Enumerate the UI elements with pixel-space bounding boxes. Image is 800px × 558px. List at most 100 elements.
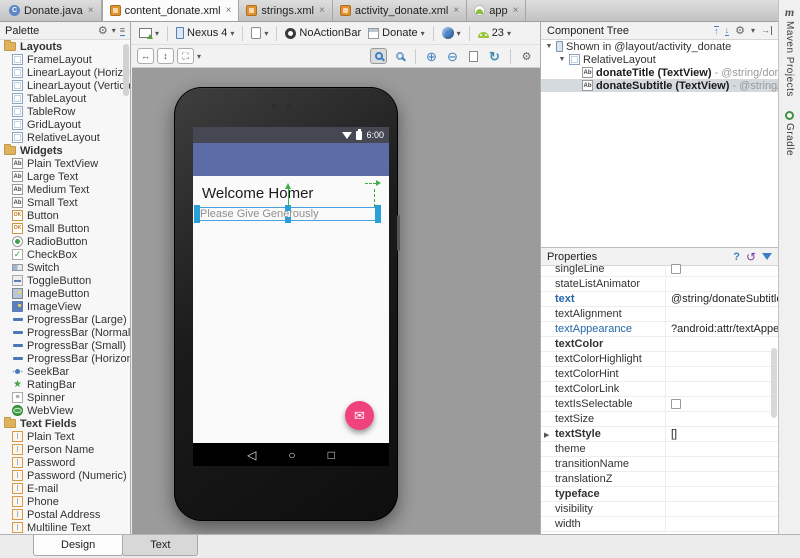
tree-row-donatetitle[interactable]: donateTitle (TextView) - @string/donateT… <box>541 66 778 79</box>
palette-item-seekbar[interactable]: SeekBar <box>0 365 130 378</box>
view-options-icon[interactable]: ≡ <box>120 26 125 36</box>
fit-screen-button[interactable]: ⛶ <box>177 48 194 64</box>
palette-item-large-text[interactable]: Large Text <box>0 170 130 183</box>
zoom-actual-button[interactable] <box>370 48 387 64</box>
editor-mode-tab-design[interactable]: Design <box>33 535 123 556</box>
close-icon[interactable]: × <box>88 5 94 16</box>
expand-all-icon[interactable]: ↑ <box>714 26 719 36</box>
palette-item-tablelayout[interactable]: TableLayout <box>0 92 130 105</box>
property-value-cell[interactable] <box>666 277 778 291</box>
activity-selector[interactable]: Donate▾ <box>366 26 427 40</box>
property-value-cell[interactable] <box>666 472 778 486</box>
palette-item-small-button[interactable]: Small Button <box>0 222 130 235</box>
palette-item-password[interactable]: Password <box>0 456 130 469</box>
tree-row-relativelayout[interactable]: ▼RelativeLayout <box>541 53 778 66</box>
palette-item-framelayout[interactable]: FrameLayout <box>0 53 130 66</box>
expand-arrow-icon[interactable]: ▼ <box>558 56 566 63</box>
palette-item-plain-textview[interactable]: Plain TextView <box>0 157 130 170</box>
orientation-selector[interactable]: ▾ <box>249 26 270 40</box>
theme-selector[interactable]: NoActionBar <box>283 26 363 40</box>
palette-item-phone[interactable]: Phone <box>0 495 130 508</box>
editor-tab-app[interactable]: app× <box>467 0 526 21</box>
close-icon[interactable]: × <box>453 5 459 16</box>
render-options-button[interactable]: ▾ <box>137 27 161 39</box>
preview-file-button[interactable] <box>465 48 482 64</box>
editor-tab-activity-donate-xml[interactable]: activity_donate.xml× <box>333 0 467 21</box>
property-row-textisselectable[interactable]: textIsSelectable <box>541 397 778 412</box>
property-row-textalignment[interactable]: textAlignment <box>541 307 778 322</box>
device-selector[interactable]: Nexus 4▾ <box>174 26 236 40</box>
property-row-textcolor[interactable]: textColor <box>541 337 778 352</box>
collapse-all-icon[interactable]: ↓ <box>725 26 730 36</box>
property-value-cell[interactable] <box>666 487 778 501</box>
palette-section-text-fields[interactable]: Text Fields <box>0 417 130 430</box>
palette-item-ratingbar[interactable]: RatingBar <box>0 378 130 391</box>
zoom-out-button[interactable]: ⊖ <box>444 48 461 64</box>
property-row-singleline[interactable]: singleLine <box>541 262 778 277</box>
property-value-cell[interactable] <box>666 382 778 396</box>
palette-item-progressbar-normal[interactable]: ProgressBar (Normal) <box>0 326 130 339</box>
resize-handle[interactable] <box>194 217 200 223</box>
property-row-transitionname[interactable]: transitionName <box>541 457 778 472</box>
zoom-in-button[interactable]: ⊕ <box>423 48 440 64</box>
property-row-textcolorhighlight[interactable]: textColorHighlight <box>541 352 778 367</box>
property-value-cell[interactable] <box>666 457 778 471</box>
property-value-cell[interactable] <box>666 517 778 531</box>
palette-item-progressbar-small[interactable]: ProgressBar (Small) <box>0 339 130 352</box>
palette-item-e-mail[interactable]: E-mail <box>0 482 130 495</box>
palette-item-medium-text[interactable]: Medium Text <box>0 183 130 196</box>
palette-item-gridlayout[interactable]: GridLayout <box>0 118 130 131</box>
property-value-cell[interactable] <box>666 337 778 351</box>
palette-scrollbar[interactable] <box>123 44 129 96</box>
expand-arrow-icon[interactable]: ▶ <box>544 431 549 439</box>
property-row-theme[interactable]: theme <box>541 442 778 457</box>
property-value-cell[interactable] <box>666 352 778 366</box>
tree-row-donatesubtitle[interactable]: donateSubtitle (TextView) - @string/dona… <box>541 79 778 92</box>
palette-item-progressbar-horizontal[interactable]: ProgressBar (Horizontal) <box>0 352 130 365</box>
property-row-typeface[interactable]: typeface <box>541 487 778 502</box>
palette-item-webview[interactable]: WebView <box>0 404 130 417</box>
editor-tab-content-donate-xml[interactable]: content_donate.xml× <box>102 0 240 21</box>
property-row-text[interactable]: text@string/donateSubtitle <box>541 292 778 307</box>
palette-section-widgets[interactable]: Widgets <box>0 144 130 157</box>
gear-icon[interactable]: ⚙ <box>98 24 108 37</box>
property-value-cell[interactable]: @string/donateSubtitle <box>666 292 778 306</box>
fit-width-button[interactable]: ↔ <box>137 48 154 64</box>
property-row-textstyle[interactable]: ▶textStyle[] <box>541 427 778 442</box>
checkbox[interactable] <box>671 399 681 409</box>
palette-section-layouts[interactable]: Layouts <box>0 40 130 53</box>
settings-button[interactable]: ⚙ <box>518 48 535 64</box>
palette-item-linearlayout-vertical[interactable]: LinearLayout (Vertical) <box>0 79 130 92</box>
editor-tab-donate-java[interactable]: Donate.java× <box>2 0 102 21</box>
property-row-textsize[interactable]: textSize <box>541 412 778 427</box>
palette-item-togglebutton[interactable]: ToggleButton <box>0 274 130 287</box>
palette-item-imageview[interactable]: ImageView <box>0 300 130 313</box>
close-icon[interactable]: × <box>513 5 519 16</box>
property-value-cell[interactable]: ?android:attr/textAppearance <box>666 322 778 336</box>
design-canvas[interactable]: 6:00 Welcome Homer Please Give Generousl… <box>132 68 540 534</box>
reset-icon[interactable]: ↺ <box>746 251 756 263</box>
palette-item-switch[interactable]: Switch <box>0 261 130 274</box>
palette-item-person-name[interactable]: Person Name <box>0 443 130 456</box>
property-row-width[interactable]: width <box>541 517 778 532</box>
resize-handle[interactable] <box>285 217 291 223</box>
property-value-cell[interactable] <box>666 397 778 411</box>
close-icon[interactable]: × <box>226 5 232 16</box>
property-value-cell[interactable] <box>666 442 778 456</box>
palette-item-checkbox[interactable]: CheckBox <box>0 248 130 261</box>
help-icon[interactable]: ? <box>733 251 740 263</box>
property-row-textcolorlink[interactable]: textColorLink <box>541 382 778 397</box>
checkbox[interactable] <box>671 264 681 274</box>
property-row-statelistanimator[interactable]: stateListAnimator <box>541 277 778 292</box>
selected-textview[interactable]: Please Give Generously <box>196 207 379 221</box>
property-value-cell[interactable] <box>666 412 778 426</box>
property-value-cell[interactable] <box>666 262 778 276</box>
property-value-cell[interactable]: [] <box>666 427 778 441</box>
resize-handle[interactable] <box>375 217 381 223</box>
palette-item-small-text[interactable]: Small Text <box>0 196 130 209</box>
refresh-button[interactable]: ↻ <box>486 48 503 64</box>
editor-mode-tab-text[interactable]: Text <box>122 535 198 556</box>
fab-button[interactable]: ✉ <box>345 401 374 430</box>
property-row-visibility[interactable]: visibility <box>541 502 778 517</box>
filter-icon[interactable] <box>762 253 772 260</box>
